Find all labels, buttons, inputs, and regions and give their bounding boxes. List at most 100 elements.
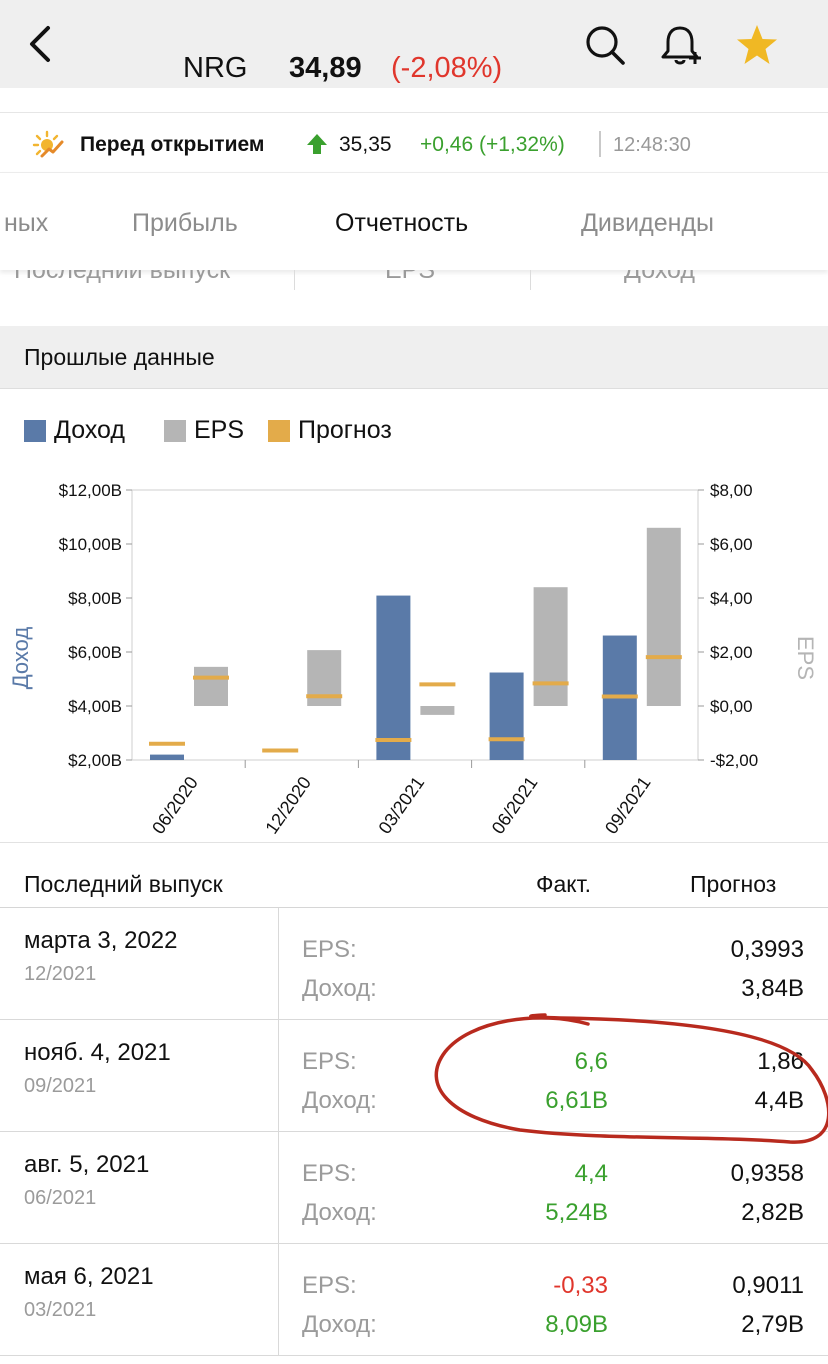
section-header: Прошлые данные bbox=[0, 326, 828, 389]
legend-label: Доход bbox=[54, 416, 125, 444]
col-header-forecast: Прогноз bbox=[690, 871, 777, 897]
divider bbox=[530, 270, 531, 290]
sunrise-icon bbox=[32, 130, 64, 158]
col-header-release: Последний выпуск bbox=[24, 871, 223, 897]
category-label: 12/2020 bbox=[261, 773, 315, 838]
star-favorite-icon[interactable] bbox=[734, 22, 780, 68]
revenue-forecast: 2,79B bbox=[741, 1311, 804, 1338]
tab-dividends[interactable]: Дивиденды bbox=[581, 209, 714, 238]
revenue-label: Доход: bbox=[302, 1087, 377, 1114]
eps-actual: 4,4 bbox=[574, 1160, 608, 1187]
right-tick-label: $2,00 bbox=[710, 643, 753, 662]
release-date: нояб. 4, 2021 bbox=[24, 1039, 171, 1066]
eps-label: EPS: bbox=[302, 1048, 357, 1075]
divider bbox=[278, 1020, 279, 1131]
ticker-symbol: NRG bbox=[183, 52, 248, 84]
right-tick-label: $8,00 bbox=[710, 481, 753, 500]
eps-actual: -0,33 bbox=[553, 1272, 608, 1299]
divider bbox=[599, 131, 601, 157]
eps-bar bbox=[194, 666, 228, 706]
right-tick-label: $0,00 bbox=[710, 697, 753, 716]
table-header: Последний выпуск Факт. Прогноз bbox=[0, 842, 828, 908]
section-title: Прошлые данные bbox=[24, 344, 215, 370]
eps-forecast: 0,9011 bbox=[732, 1272, 804, 1299]
revenue-actual: 5,24B bbox=[545, 1199, 608, 1226]
scrolled-header-remnant: Последний выпуск EPS Доход bbox=[0, 270, 828, 296]
last-price: 34,89 bbox=[289, 52, 362, 84]
right-axis-title: EPS bbox=[793, 636, 818, 680]
premarket-time: 12:48:30 bbox=[613, 134, 691, 156]
section-tabs: ных Прибыль Отчетность Дивиденды bbox=[0, 172, 828, 270]
table-row[interactable]: мая 6, 2021 03/2021 EPS: Доход: -0,33 8,… bbox=[0, 1244, 828, 1356]
divider bbox=[278, 908, 279, 1019]
ghost-col-eps: EPS bbox=[385, 270, 436, 284]
revenue-label: Доход: bbox=[302, 975, 377, 1002]
right-tick-label: $4,00 bbox=[710, 589, 753, 608]
left-tick-label: $6,00B bbox=[68, 643, 122, 662]
fiscal-period: 09/2021 bbox=[24, 1075, 97, 1097]
up-arrow-icon bbox=[307, 134, 327, 154]
eps-label: EPS: bbox=[302, 1160, 357, 1187]
category-label: 06/2020 bbox=[148, 773, 202, 838]
eps-bar bbox=[533, 587, 568, 706]
bell-add-icon[interactable] bbox=[657, 22, 703, 68]
revenue-actual: 8,09B bbox=[545, 1311, 608, 1338]
fiscal-period: 06/2021 bbox=[24, 1187, 97, 1209]
divider bbox=[278, 1132, 279, 1243]
release-date: мая 6, 2021 bbox=[24, 1263, 154, 1290]
premarket-label: Перед открытием bbox=[80, 133, 265, 156]
eps-actual: 6,6 bbox=[574, 1048, 608, 1075]
category-label: 09/2021 bbox=[601, 773, 655, 838]
eps-bar bbox=[646, 527, 681, 706]
premarket-price: 35,35 bbox=[339, 133, 392, 156]
eps-bar bbox=[420, 706, 455, 715]
tab-profit[interactable]: Прибыль bbox=[132, 209, 238, 238]
right-tick-label: $6,00 bbox=[710, 535, 753, 554]
table-row[interactable]: нояб. 4, 2021 09/2021 EPS: Доход: 6,6 6,… bbox=[0, 1020, 828, 1132]
price-change-percent: (-2,08%) bbox=[391, 52, 503, 84]
premarket-change: +0,46 (+1,32%) bbox=[420, 133, 565, 156]
revenue-bar bbox=[376, 595, 411, 760]
revenue-label: Доход: bbox=[302, 1199, 377, 1226]
revenue-bar bbox=[489, 672, 524, 760]
legend-label: Прогноз bbox=[298, 416, 392, 444]
eps-forecast: 0,3993 bbox=[730, 936, 804, 963]
tab-data-partial[interactable]: ных bbox=[4, 209, 48, 238]
legend-label: EPS bbox=[194, 416, 245, 444]
fiscal-period: 12/2021 bbox=[24, 963, 97, 985]
release-date: марта 3, 2022 bbox=[24, 927, 178, 954]
eps-label: EPS: bbox=[302, 936, 357, 963]
col-header-actual: Факт. bbox=[536, 871, 591, 897]
fiscal-period: 03/2021 bbox=[24, 1299, 97, 1321]
table-row[interactable]: авг. 5, 2021 06/2021 EPS: Доход: 4,4 5,2… bbox=[0, 1132, 828, 1244]
category-label: 03/2021 bbox=[375, 773, 429, 838]
legend-swatch bbox=[24, 420, 46, 442]
category-label: 06/2021 bbox=[488, 773, 542, 838]
search-icon[interactable] bbox=[582, 22, 628, 68]
left-tick-label: $12,00B bbox=[59, 481, 122, 500]
revenue-actual: 6,61B bbox=[545, 1087, 608, 1114]
back-arrow-icon[interactable] bbox=[22, 22, 56, 66]
revenue-label: Доход: bbox=[302, 1311, 377, 1338]
table-row[interactable]: марта 3, 2022 12/2021 EPS: Доход: 0,3993… bbox=[0, 908, 828, 1020]
app-header: NRG 34,89 (-2,08%) bbox=[0, 0, 828, 88]
right-tick-label: -$2,00 bbox=[710, 751, 758, 770]
premarket-bar: Перед открытием 35,35 +0,46 (+1,32%) 12:… bbox=[0, 112, 828, 172]
left-axis-title: Доход bbox=[8, 627, 33, 690]
divider bbox=[278, 1244, 279, 1355]
eps-label: EPS: bbox=[302, 1272, 357, 1299]
legend-swatch bbox=[268, 420, 290, 442]
eps-forecast: 1,86 bbox=[757, 1048, 804, 1075]
tab-earnings[interactable]: Отчетность bbox=[335, 209, 468, 238]
ghost-col-release: Последний выпуск bbox=[14, 270, 231, 284]
release-date: авг. 5, 2021 bbox=[24, 1151, 150, 1178]
ghost-col-revenue: Доход bbox=[624, 270, 695, 284]
left-tick-label: $10,00B bbox=[59, 535, 122, 554]
left-tick-label: $2,00B bbox=[68, 751, 122, 770]
revenue-forecast: 3,84B bbox=[741, 975, 804, 1002]
left-tick-label: $4,00B bbox=[68, 697, 122, 716]
revenue-forecast: 4,4B bbox=[754, 1087, 804, 1114]
legend-swatch bbox=[164, 420, 186, 442]
eps-forecast: 0,9358 bbox=[730, 1160, 804, 1187]
earnings-chart: $2,00B $4,00B $6,00B $8,00B $10,00B $12,00B -$… bbox=[8, 481, 818, 838]
